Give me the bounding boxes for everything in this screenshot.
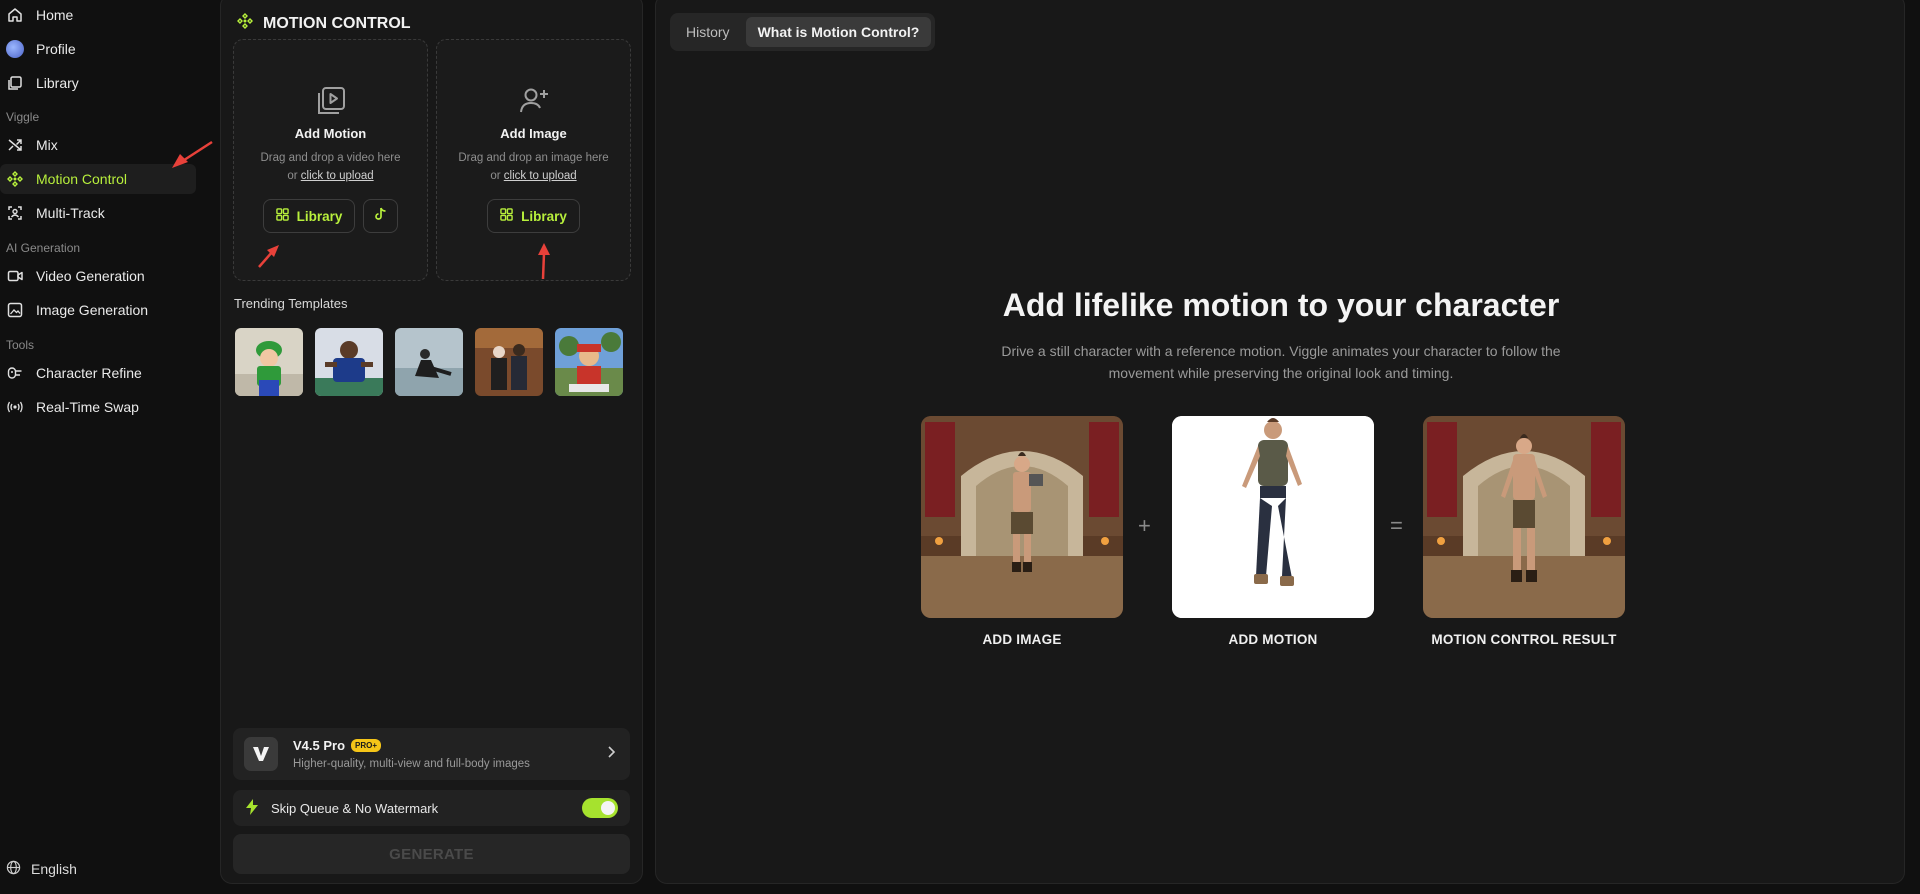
add-user-icon — [517, 84, 551, 118]
plus-sign: + — [1138, 513, 1151, 538]
multitrack-icon — [6, 204, 24, 222]
language-label: English — [31, 861, 77, 877]
sidebar-item-library[interactable]: Library — [0, 68, 196, 98]
annotation-arrow-icon — [538, 243, 550, 280]
model-title: V4.5 Pro PRO+ — [293, 738, 382, 753]
add-motion-upload-link[interactable]: click to upload — [301, 170, 374, 182]
card-label-result: MOTION CONTROL RESULT — [1431, 632, 1617, 647]
video-icon — [6, 267, 24, 285]
motion-control-icon — [237, 13, 253, 34]
trending-templates-label: Trending Templates — [234, 296, 348, 311]
skip-queue-row: Skip Queue & No Watermark — [233, 790, 630, 826]
model-selector[interactable]: V4.5 Pro PRO+ Higher-quality, multi-view… — [233, 728, 630, 780]
language-selector[interactable]: English — [6, 860, 77, 878]
motion-control-panel: MOTION CONTROL Add Motion Drag and drop … — [220, 0, 643, 884]
sidebar-section-ai-generation: AI Generation — [6, 241, 81, 255]
card-label-add-image: ADD IMAGE — [982, 632, 1062, 647]
add-image-desc: Drag and drop an image here or click to … — [437, 149, 630, 185]
model-name: V4.5 Pro — [293, 738, 346, 753]
sidebar-item-label: Image Generation — [36, 302, 149, 318]
library-label: Library — [521, 208, 567, 224]
main-tabs: History What is Motion Control? — [670, 13, 936, 51]
skip-queue-toggle[interactable] — [582, 798, 618, 818]
sidebar-item-label: Home — [36, 7, 74, 23]
template-thumbnail[interactable] — [315, 328, 383, 396]
add-motion-title: Add Motion — [294, 126, 367, 141]
sidebar-item-real-time-swap[interactable]: Real-Time Swap — [0, 392, 196, 422]
viggle-logo — [244, 737, 278, 771]
sidebar-item-label: Mix — [36, 137, 58, 153]
sidebar: Home Profile Library Viggle Mix Motion C… — [0, 0, 213, 894]
sidebar-section-viggle: Viggle — [6, 110, 40, 124]
motion-library-button[interactable]: Library — [262, 199, 356, 233]
add-motion-actions: Library — [234, 199, 427, 233]
pro-badge: PRO+ — [351, 739, 382, 752]
shuffle-icon — [6, 136, 24, 154]
character-refine-icon — [6, 364, 24, 382]
sidebar-item-label: Profile — [36, 41, 76, 57]
equals-sign: = — [1390, 513, 1403, 538]
sidebar-item-label: Motion Control — [36, 171, 128, 187]
example-image-card — [921, 416, 1123, 618]
add-motion-desc: Drag and drop a video here or click to u… — [234, 149, 427, 185]
avatar — [6, 40, 24, 58]
hero-description: Drive a still character with a reference… — [1001, 343, 1561, 381]
motion-control-icon — [6, 170, 24, 188]
sidebar-item-label: Character Refine — [36, 365, 142, 381]
card-label-add-motion: ADD MOTION — [1228, 632, 1318, 647]
library-icon — [6, 74, 24, 92]
image-library-button[interactable]: Library — [487, 199, 580, 233]
library-label: Library — [296, 208, 343, 224]
globe-icon — [6, 860, 21, 878]
sidebar-item-character-refine[interactable]: Character Refine — [0, 358, 196, 388]
video-library-icon — [314, 84, 348, 118]
sidebar-item-video-generation[interactable]: Video Generation — [0, 261, 196, 291]
template-thumbnail[interactable] — [475, 328, 543, 396]
sidebar-item-label: Real-Time Swap — [36, 399, 139, 415]
sidebar-item-multi-track[interactable]: Multi-Track — [0, 198, 196, 228]
sidebar-item-label: Library — [36, 75, 79, 91]
hero-title: Add lifelike motion to your character — [1002, 287, 1560, 323]
sidebar-item-label: Video Generation — [36, 268, 145, 284]
template-thumbnail[interactable] — [395, 328, 463, 396]
add-image-title: Add Image — [500, 126, 567, 141]
tab-history[interactable]: History — [674, 17, 742, 47]
panel-title-text: MOTION CONTROL — [263, 14, 411, 32]
model-subtitle: Higher-quality, multi-view and full-body… — [293, 758, 530, 770]
sidebar-item-home[interactable]: Home — [0, 0, 196, 30]
panel-title: MOTION CONTROL — [237, 13, 411, 34]
example-motion-card — [1172, 416, 1374, 618]
tab-what-is-motion-control[interactable]: What is Motion Control? — [745, 17, 932, 47]
chevron-right-icon — [606, 745, 616, 764]
sidebar-item-mix[interactable]: Mix — [0, 130, 196, 160]
skip-queue-label: Skip Queue & No Watermark — [271, 800, 439, 816]
sidebar-item-image-generation[interactable]: Image Generation — [0, 295, 196, 325]
annotation-arrow-icon — [172, 140, 213, 168]
sidebar-item-motion-control[interactable]: Motion Control — [0, 164, 196, 194]
template-thumbnail[interactable] — [555, 328, 623, 396]
main-content: History What is Motion Control? Add life… — [655, 0, 1905, 884]
generate-button[interactable]: GENERATE — [233, 834, 630, 874]
sidebar-item-profile[interactable]: Profile — [0, 34, 196, 64]
tiktok-icon — [374, 207, 387, 226]
sidebar-section-tools: Tools — [6, 338, 35, 352]
annotation-arrow-icon — [258, 245, 279, 268]
lightning-icon — [245, 798, 259, 819]
sidebar-item-label: Multi-Track — [36, 205, 105, 221]
image-icon — [6, 301, 24, 319]
tiktok-import-button[interactable] — [363, 199, 399, 233]
add-image-actions: Library — [437, 199, 630, 233]
template-thumbnail[interactable] — [235, 328, 303, 396]
grid-icon — [500, 208, 513, 224]
grid-icon — [275, 208, 289, 224]
example-result-card — [1423, 416, 1625, 618]
add-image-upload-link[interactable]: click to upload — [504, 170, 577, 182]
broadcast-icon — [6, 398, 24, 416]
home-icon — [6, 6, 24, 24]
app-root: Home Profile Library Viggle Mix Motion C… — [0, 0, 1920, 894]
